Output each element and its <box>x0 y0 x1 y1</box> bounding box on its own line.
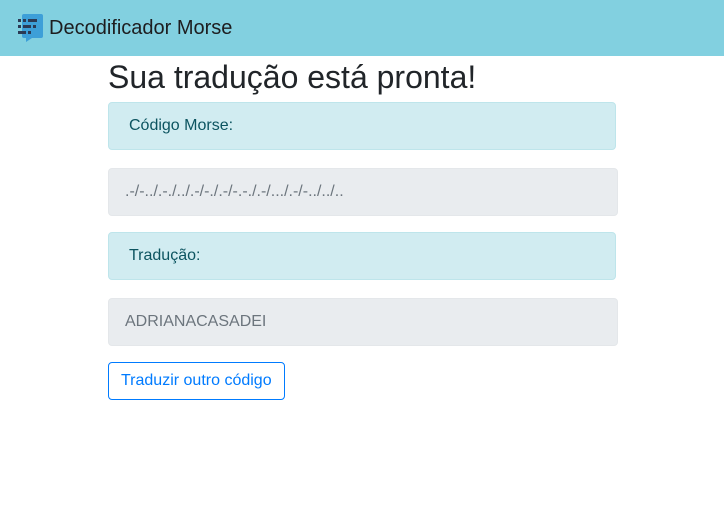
page-title: Sua tradução está pronta! <box>108 59 477 95</box>
translation-label: Tradução: <box>108 232 616 280</box>
morse-code-field[interactable]: .-/-../.-./../.-/-./.-/-.-./.-/.../.-/-.… <box>108 168 618 216</box>
morse-chat-icon[interactable] <box>18 13 44 43</box>
navbar: Decodificador Morse <box>0 0 724 56</box>
translation-field[interactable]: ADRIANACASADEI <box>108 298 618 346</box>
app-title[interactable]: Decodificador Morse <box>49 16 232 40</box>
morse-code-label: Código Morse: <box>108 102 616 150</box>
translate-again-button[interactable]: Traduzir outro código <box>108 362 285 400</box>
